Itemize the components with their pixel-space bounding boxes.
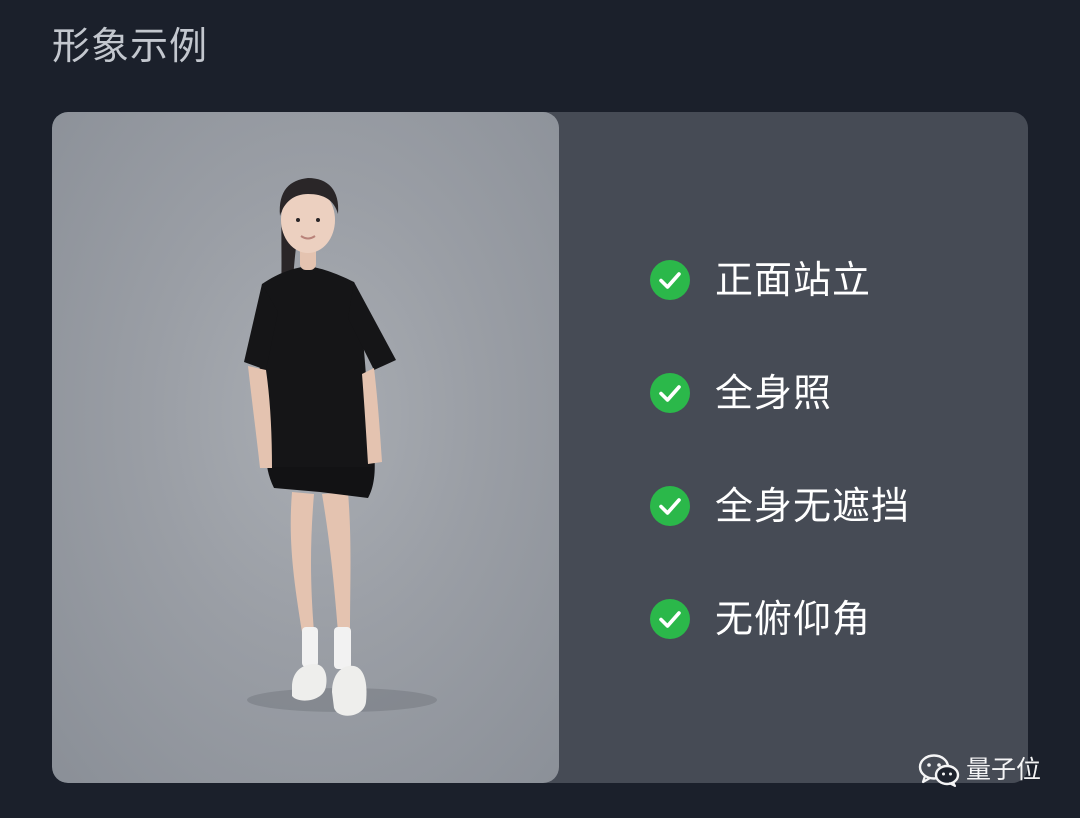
section-title: 形象示例 (52, 24, 209, 68)
check-circle-icon (650, 486, 690, 526)
example-photo (52, 112, 559, 783)
requirement-item-no-tilt: 无俯仰角 (650, 590, 910, 648)
requirement-label: 全身照 (715, 371, 833, 415)
check-circle-icon (650, 373, 690, 413)
requirement-label: 无俯仰角 (715, 597, 872, 641)
requirement-item-unobstructed: 全身无遮挡 (650, 477, 910, 535)
wechat-icon (918, 754, 960, 787)
watermark-text: 量子位 (966, 755, 1042, 784)
requirement-item-full-body: 全身照 (650, 364, 910, 422)
requirement-list: 正面站立 全身照 全身无遮挡 无俯仰角 (650, 251, 910, 648)
requirement-label: 全身无遮挡 (715, 484, 911, 528)
watermark: 量子位 (918, 750, 1041, 790)
requirement-item-frontal: 正面站立 (650, 251, 910, 309)
check-circle-icon (650, 599, 690, 639)
person-illustration (244, 178, 437, 716)
requirement-label: 正面站立 (715, 258, 872, 302)
example-card: 正面站立 全身照 全身无遮挡 无俯仰角 (52, 112, 1028, 783)
check-circle-icon (650, 260, 690, 300)
